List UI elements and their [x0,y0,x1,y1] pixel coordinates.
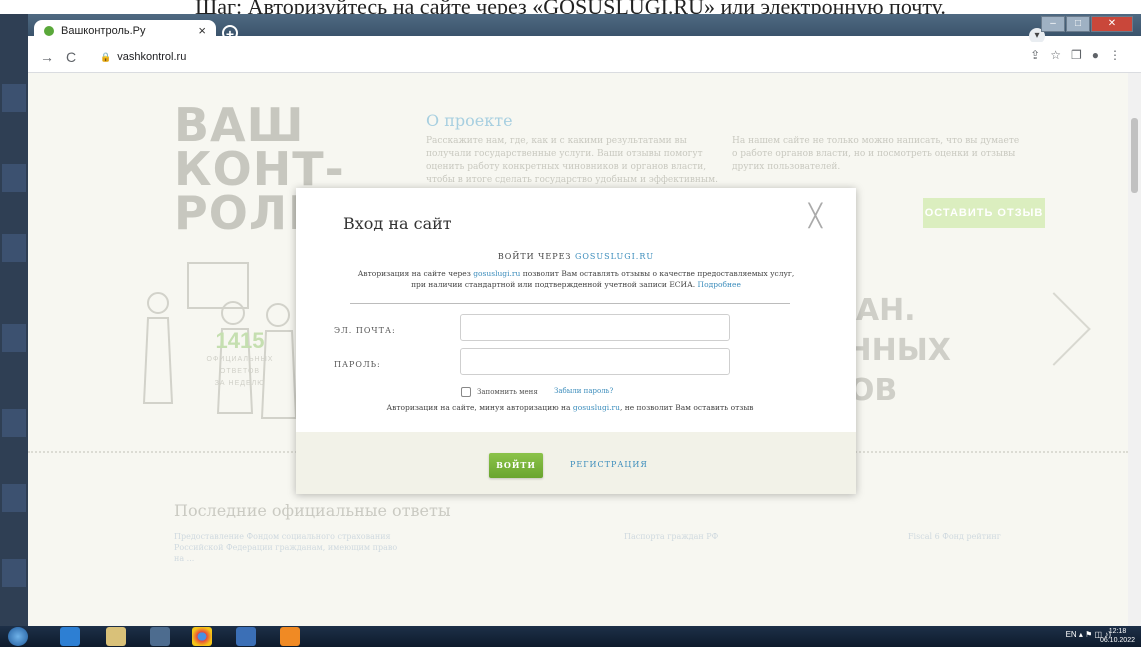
chrome-icon[interactable] [192,627,212,646]
remember-me[interactable]: Запомнить меня [461,387,538,397]
browser-tab[interactable]: Вашконтроль.Ру × [34,20,216,42]
counter-label: ЗА НЕДЕЛЮ [214,380,266,387]
gosuslugi-link[interactable]: gosuslugi.ru [473,269,520,278]
recent-answer-item[interactable]: Паспорта граждан РФ [624,531,849,542]
about-text-secondary: На нашем сайте не только можно написать,… [732,136,1020,172]
modal-footer: ВОЙТИ РЕГИСТРАЦИЯ [296,432,856,494]
desktop-shortcut[interactable] [2,484,26,512]
clock-date: 06.10.2022 [1099,637,1135,644]
warning-text: , не позволит Вам оставить отзыв [619,403,754,412]
via-prefix: ВОЙТИ ЧЕРЕЗ [497,252,572,261]
login-modal: Вход на сайт ╳ ВОЙТИ ЧЕРЕЗ GOSUSLUGI.RU … [296,188,856,494]
warning-text: Авторизация на сайте, минуя авторизацию … [386,403,571,412]
logo-line: ВАШ [174,98,305,152]
about-text: Расскажите нам, где, как и с какими резу… [426,136,718,185]
toolbar-icons[interactable]: ⇪☆❐●⋮ [1030,48,1131,62]
gosuslugi-link[interactable]: gosuslugi.ru [573,403,620,412]
address-bar: ← → C 🔒vashkontrol.ru ⇪☆❐●⋮ [0,42,1141,73]
about-title[interactable]: О проекте [426,111,513,130]
windows-taskbar: EN ▴ ⚑ ◫ ♪) 12:18 06.10.2022 [0,626,1141,647]
logo-line: КОНТ- [174,142,345,196]
register-link[interactable]: РЕГИСТРАЦИЯ [570,460,648,469]
recent-answers-title: Последние официальные ответы [174,501,451,520]
url-text: vashkontrol.ru [117,51,187,63]
weekly-answers-counter: 1415 ОФИЦИАЛЬНЫХ ОТВЕТОВ ЗА НЕДЕЛЮ [200,328,280,390]
gosuslugi-login-link[interactable]: GOSUSLUGI.RU [575,252,654,261]
desktop-shortcut[interactable] [2,234,26,262]
modal-title: Вход на сайт [343,214,452,233]
tab-title: Вашконтроль.Ру [61,25,146,37]
forward-icon[interactable]: → [40,49,54,65]
reload-icon[interactable]: C [66,49,76,65]
tab-close-icon[interactable]: × [198,23,206,38]
remember-checkbox[interactable] [461,387,471,397]
email-label: ЭЛ. ПОЧТА: [334,326,396,335]
vlc-icon[interactable] [280,627,300,646]
counter-label: ОФИЦИАЛЬНЫХ [206,356,274,363]
desktop-shortcut[interactable] [2,324,26,352]
new-tab-button[interactable]: + [222,25,238,41]
password-label: ПАРОЛЬ: [334,360,381,369]
media-icon[interactable] [150,627,170,646]
desktop-shortcut[interactable] [2,409,26,437]
favicon-icon [44,26,54,36]
desktop-shortcut[interactable] [2,559,26,587]
login-via-gosuslugi: ВОЙТИ ЧЕРЕЗ GOSUSLUGI.RU [296,252,856,261]
password-field[interactable] [460,348,730,375]
ie-icon[interactable] [60,627,80,646]
remember-label: Запомнить меня [477,388,538,396]
leave-review-button[interactable]: ОСТАВИТЬ ОТЗЫВ [923,198,1045,228]
maximize-button[interactable]: □ [1066,16,1090,32]
login-button[interactable]: ВОЙТИ [489,453,543,478]
desktop-icons-strip [0,14,28,626]
auth-warning: Авторизация на сайте, минуя авторизацию … [296,403,844,412]
recent-answer-item[interactable]: Предоставление Фондом социального страхо… [174,531,399,564]
auth-note: Авторизация на сайте через gosuslugi.ru … [356,268,796,290]
clock[interactable]: 12:18 06.10.2022 [1100,627,1135,645]
desktop-shortcut[interactable] [2,84,26,112]
clock-time: 12:18 [1108,628,1127,635]
language-indicator[interactable]: EN [1066,630,1077,639]
page-scrollbar[interactable] [1128,73,1141,626]
lock-icon: 🔒 [100,52,112,62]
counter-label: ОТВЕТОВ [219,368,261,375]
explorer-icon[interactable] [106,627,126,646]
auth-note-text: Авторизация на сайте через [357,269,471,278]
desktop-shortcut[interactable] [2,164,26,192]
window-controls: – □ ✕ [1040,16,1133,32]
divider [350,303,790,304]
close-window-button[interactable]: ✕ [1091,16,1133,32]
more-info-link[interactable]: Подробнее [698,280,741,289]
email-field[interactable] [460,314,730,341]
forgot-password-link[interactable]: Забыли пароль? [554,387,613,395]
minimize-button[interactable]: – [1041,16,1065,32]
scrollbar-thumb[interactable] [1131,118,1138,193]
recent-answer-item[interactable]: Fiscal 6 Фонд рейтинг [908,531,1008,542]
slider-next-icon[interactable] [1017,292,1091,366]
save-app-icon[interactable] [236,627,256,646]
url-field[interactable]: 🔒 vashkontrol.ru [100,48,1000,66]
counter-number: 1415 [215,328,265,353]
close-icon[interactable]: ╳ [809,204,822,229]
start-button-icon[interactable] [8,627,28,646]
